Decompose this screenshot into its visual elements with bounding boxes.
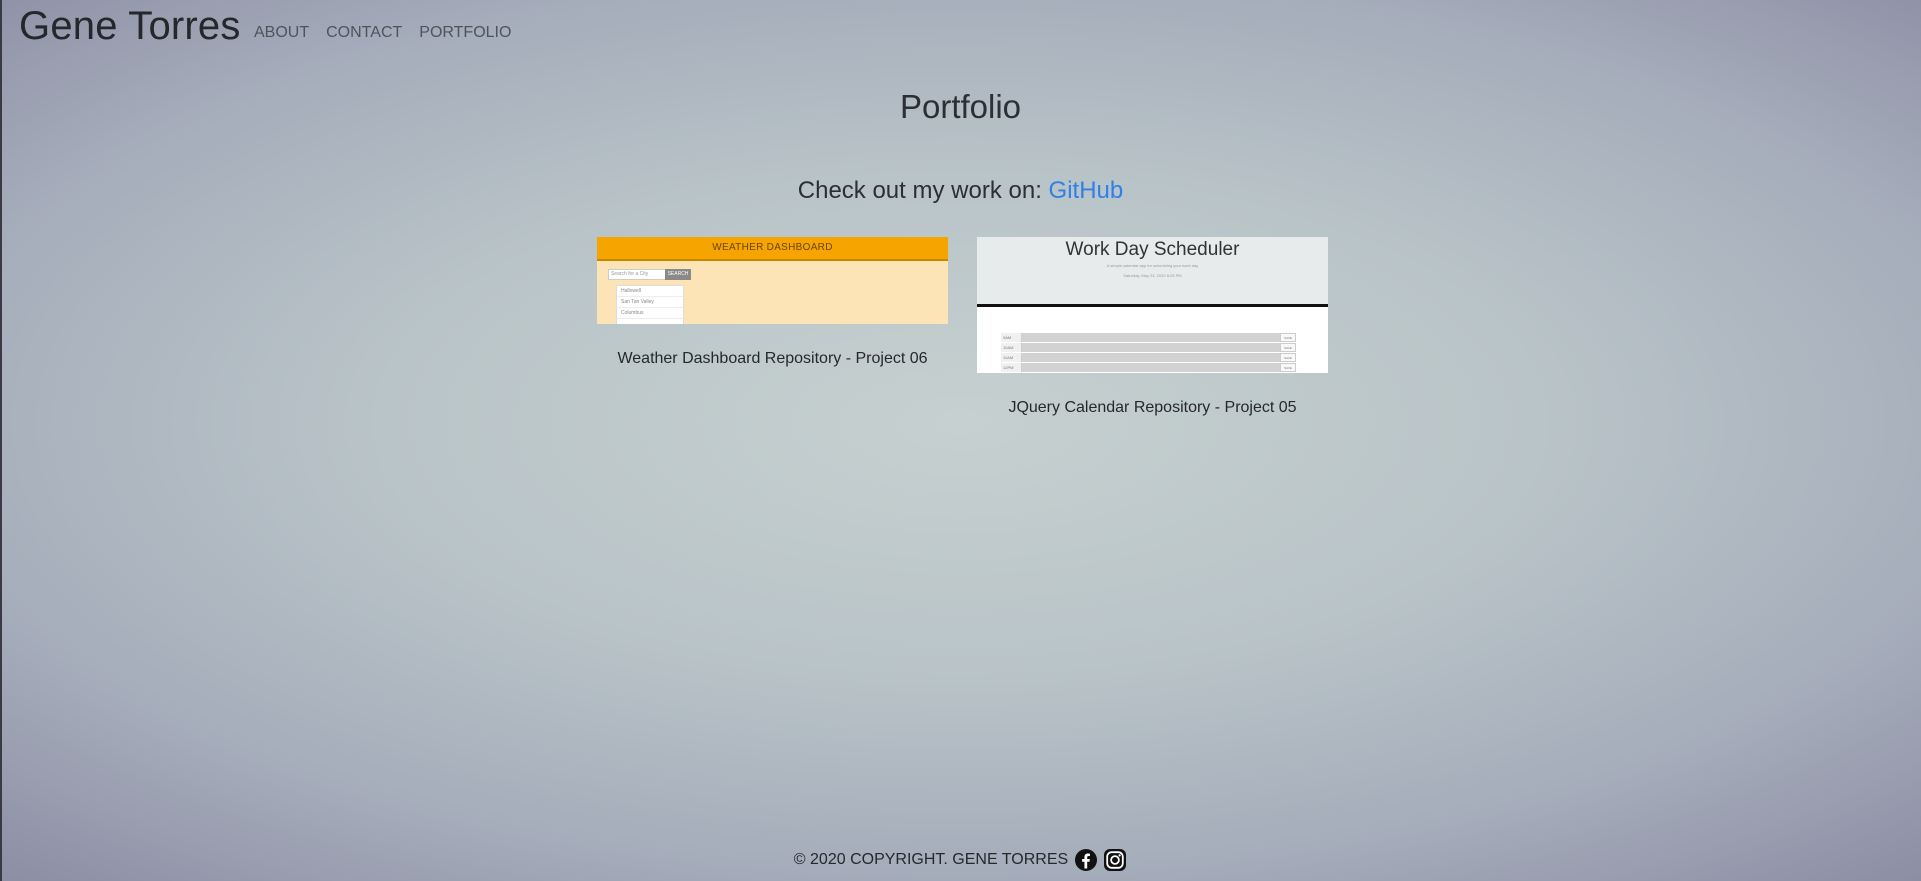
thumb-scheduler-row: 12PM SAVE	[1001, 363, 1296, 373]
thumb-scheduler-slot	[1022, 333, 1280, 342]
thumb-scheduler-hour: 10AM	[1001, 343, 1022, 352]
thumb-scheduler-save: SAVE	[1280, 363, 1296, 372]
instagram-icon[interactable]	[1103, 848, 1127, 872]
thumb-scheduler-title: Work Day Scheduler	[1065, 239, 1240, 260]
thumb-scheduler-save: SAVE	[1280, 343, 1296, 352]
thumb-weather-search-button: SEARCH	[665, 269, 691, 280]
project-card-calendar: Work Day Scheduler A simple calendar app…	[977, 237, 1328, 417]
project-card-weather: WEATHER DASHBOARD Search for a City SEAR…	[597, 237, 948, 368]
main-nav: ABOUT CONTACT PORTFOLIO	[254, 24, 511, 42]
thumb-scheduler-jumbotron: Work Day Scheduler A simple calendar app…	[977, 237, 1328, 304]
thumb-weather-heading: WEATHER DASHBOARD	[597, 237, 948, 259]
project-link-calendar[interactable]: JQuery Calendar Repository - Project 05	[977, 399, 1328, 417]
nav-link-portfolio[interactable]: PORTFOLIO	[419, 24, 511, 42]
thumb-scheduler-slot	[1022, 353, 1280, 362]
thumb-weather-city: Columbus	[617, 308, 683, 319]
github-callout-text: Check out my work on:	[797, 177, 1049, 204]
project-thumbnail-weather[interactable]: WEATHER DASHBOARD Search for a City SEAR…	[597, 237, 948, 324]
brand-title: Gene Torres	[19, 4, 241, 48]
thumb-scheduler-hour: 9AM	[1001, 333, 1022, 342]
github-callout: Check out my work on: GitHub	[0, 177, 1921, 205]
thumb-scheduler-hour: 11AM	[1001, 353, 1022, 362]
thumb-weather-body: Search for a City SEARCH Hallowell San T…	[597, 261, 948, 324]
github-link[interactable]: GitHub	[1049, 177, 1124, 204]
nav-link-contact[interactable]: CONTACT	[326, 24, 402, 42]
site-footer: © 2020 COPYRIGHT. GENE TORRES	[0, 848, 1921, 872]
thumb-scheduler-subtitle: A simple calendar app for scheduling you…	[1106, 263, 1199, 268]
thumb-scheduler-date: Saturday, May 23, 2020 8:25 PM	[1123, 273, 1182, 278]
thumb-scheduler-slot	[1022, 363, 1280, 372]
window-edge	[0, 0, 2, 881]
thumb-scheduler-save: SAVE	[1280, 353, 1296, 362]
thumb-scheduler-save: SAVE	[1280, 333, 1296, 342]
thumb-scheduler-row: 11AM SAVE	[1001, 353, 1296, 363]
thumb-weather-city: San Tan Valley	[617, 297, 683, 308]
thumb-scheduler-row: 10AM SAVE	[1001, 343, 1296, 353]
thumb-scheduler-row: 9AM SAVE	[1001, 333, 1296, 343]
thumb-weather-city-list: Hallowell San Tan Valley Columbus	[616, 285, 684, 324]
project-thumbnail-calendar[interactable]: Work Day Scheduler A simple calendar app…	[977, 237, 1328, 373]
thumb-weather-search: Search for a City	[608, 269, 668, 280]
project-link-weather[interactable]: Weather Dashboard Repository - Project 0…	[597, 350, 948, 368]
thumb-scheduler-hour: 12PM	[1001, 363, 1022, 372]
thumb-scheduler-grid: 9AM SAVE 10AM SAVE 11AM SAVE 12PM SAVE	[1001, 333, 1296, 373]
thumb-weather-city: Hallowell	[617, 286, 683, 297]
nav-link-about[interactable]: ABOUT	[254, 24, 309, 42]
thumb-scheduler-slot	[1022, 343, 1280, 352]
copyright-text: © 2020 COPYRIGHT. GENE TORRES	[793, 851, 1069, 868]
thumb-scheduler-body: 9AM SAVE 10AM SAVE 11AM SAVE 12PM SAVE	[977, 307, 1328, 373]
facebook-icon[interactable]	[1074, 848, 1098, 872]
page-title: Portfolio	[899, 88, 1022, 125]
